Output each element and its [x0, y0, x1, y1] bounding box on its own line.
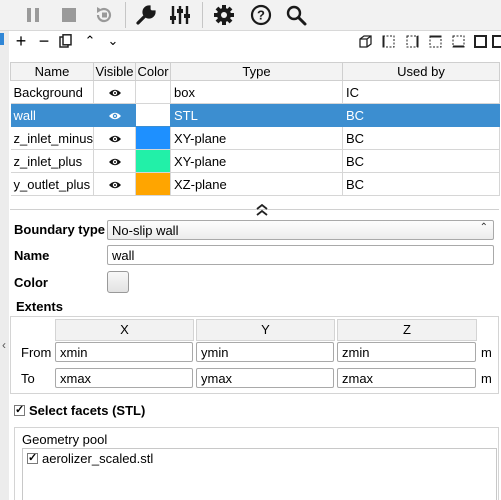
- eye-icon[interactable]: [108, 134, 122, 144]
- eye-icon[interactable]: [108, 111, 122, 121]
- regions-table: Name Visible Color Type Used by Backgrou…: [10, 62, 500, 196]
- sliders-icon[interactable]: [167, 3, 193, 27]
- from-unit: m: [481, 345, 492, 360]
- eye-icon[interactable]: [108, 180, 122, 190]
- column-header-type[interactable]: Type: [170, 62, 343, 81]
- svg-text:?: ?: [257, 8, 265, 23]
- row-used-by[interactable]: BC: [342, 172, 500, 196]
- stop-icon[interactable]: [58, 5, 80, 25]
- search-icon[interactable]: [283, 3, 309, 27]
- extents-col-z: Z: [337, 319, 477, 341]
- extents-col-x: X: [55, 319, 194, 341]
- ymax-input[interactable]: ymax: [196, 368, 334, 388]
- view-back-icon[interactable]: [492, 34, 501, 48]
- view-bottom-icon[interactable]: [451, 34, 465, 48]
- xmin-input[interactable]: xmin: [55, 342, 193, 362]
- help-icon[interactable]: ?: [248, 3, 274, 27]
- pause-icon[interactable]: [22, 5, 44, 25]
- xmax-input[interactable]: xmax: [55, 368, 193, 388]
- add-icon[interactable]: +: [13, 31, 29, 51]
- row-color-swatch[interactable]: [135, 126, 171, 150]
- boundary-type-label: Boundary type: [14, 222, 106, 237]
- pool-item-checkbox[interactable]: ✓: [27, 453, 38, 464]
- view-right-icon[interactable]: [405, 34, 419, 48]
- table-row[interactable]: y_outlet_plus XZ-plane BC: [10, 172, 500, 196]
- select-facets-label[interactable]: Select facets (STL): [29, 403, 145, 418]
- row-name[interactable]: wall: [10, 103, 94, 127]
- boundary-type-value: No-slip wall: [112, 223, 179, 238]
- eye-icon[interactable]: [108, 157, 122, 167]
- row-visible-toggle[interactable]: [93, 126, 136, 150]
- move-down-icon[interactable]: ⌄: [105, 33, 121, 49]
- geometry-pool-label: Geometry pool: [22, 432, 108, 447]
- extents-col-y: Y: [196, 319, 335, 341]
- pool-item-label[interactable]: aerolizer_scaled.stl: [42, 451, 153, 466]
- row-type[interactable]: box: [170, 80, 343, 104]
- row-visible-toggle[interactable]: [93, 149, 136, 173]
- view-top-icon[interactable]: [428, 34, 442, 48]
- table-row[interactable]: z_inlet_minus XY-plane BC: [10, 126, 500, 150]
- name-label: Name: [14, 248, 50, 263]
- table-row[interactable]: Background box IC: [10, 80, 500, 104]
- eye-icon[interactable]: [108, 88, 122, 98]
- color-picker-button[interactable]: [107, 271, 129, 293]
- row-color-swatch[interactable]: [135, 80, 171, 104]
- row-name[interactable]: Background: [10, 80, 94, 104]
- view-iso-icon[interactable]: [358, 34, 372, 48]
- row-used-by[interactable]: BC: [342, 149, 500, 173]
- ymin-input[interactable]: ymin: [196, 342, 334, 362]
- row-visible-toggle[interactable]: [93, 103, 136, 127]
- to-label: To: [21, 371, 35, 386]
- table-header-row: Name Visible Color Type Used by: [10, 62, 500, 81]
- extents-label: Extents: [16, 299, 63, 314]
- row-used-by[interactable]: BC: [342, 126, 500, 150]
- row-color-swatch[interactable]: [135, 149, 171, 173]
- column-header-used-by[interactable]: Used by: [342, 62, 500, 81]
- row-used-by[interactable]: IC: [342, 80, 500, 104]
- move-up-icon[interactable]: ⌃: [82, 33, 98, 49]
- splitter-handle-icon[interactable]: [252, 203, 272, 217]
- zmin-input[interactable]: zmin: [337, 342, 476, 362]
- to-unit: m: [481, 371, 492, 386]
- column-header-color[interactable]: Color: [135, 62, 171, 81]
- row-name[interactable]: z_inlet_plus: [10, 149, 94, 173]
- main-toolbar: ?: [0, 0, 501, 31]
- copy-icon[interactable]: [58, 33, 74, 49]
- row-color-swatch[interactable]: [135, 103, 171, 127]
- row-used-by[interactable]: BC: [342, 103, 500, 127]
- row-visible-toggle[interactable]: [93, 80, 136, 104]
- table-row[interactable]: z_inlet_plus XY-plane BC: [10, 149, 500, 173]
- row-type[interactable]: XZ-plane: [170, 172, 343, 196]
- dropdown-arrow-icon: ⌃: [479, 222, 488, 233]
- row-color-swatch[interactable]: [135, 172, 171, 196]
- row-type[interactable]: XY-plane: [170, 126, 343, 150]
- row-type[interactable]: XY-plane: [170, 149, 343, 173]
- column-header-name[interactable]: Name: [10, 62, 94, 81]
- wrench-icon[interactable]: [133, 3, 159, 27]
- column-header-visible[interactable]: Visible: [93, 62, 136, 81]
- reset-icon[interactable]: [92, 4, 116, 26]
- from-label: From: [21, 345, 52, 360]
- zmax-input[interactable]: zmax: [337, 368, 476, 388]
- name-input[interactable]: wall: [107, 245, 494, 265]
- left-panel-strip: [0, 31, 9, 500]
- table-row[interactable]: wall STL BC: [10, 103, 500, 127]
- row-name[interactable]: z_inlet_minus: [10, 126, 94, 150]
- view-front-icon[interactable]: [473, 34, 487, 48]
- row-visible-toggle[interactable]: [93, 172, 136, 196]
- row-type[interactable]: STL: [170, 103, 343, 127]
- select-facets-checkbox[interactable]: ✓: [14, 405, 25, 416]
- row-name[interactable]: y_outlet_plus: [10, 172, 94, 196]
- color-label: Color: [14, 275, 48, 290]
- boundary-type-select[interactable]: No-slip wall ⌃: [107, 220, 494, 240]
- remove-icon[interactable]: −: [36, 31, 52, 51]
- collapse-left-icon[interactable]: ‹: [2, 338, 6, 352]
- view-left-icon[interactable]: [381, 34, 395, 48]
- gear-icon[interactable]: [211, 3, 237, 27]
